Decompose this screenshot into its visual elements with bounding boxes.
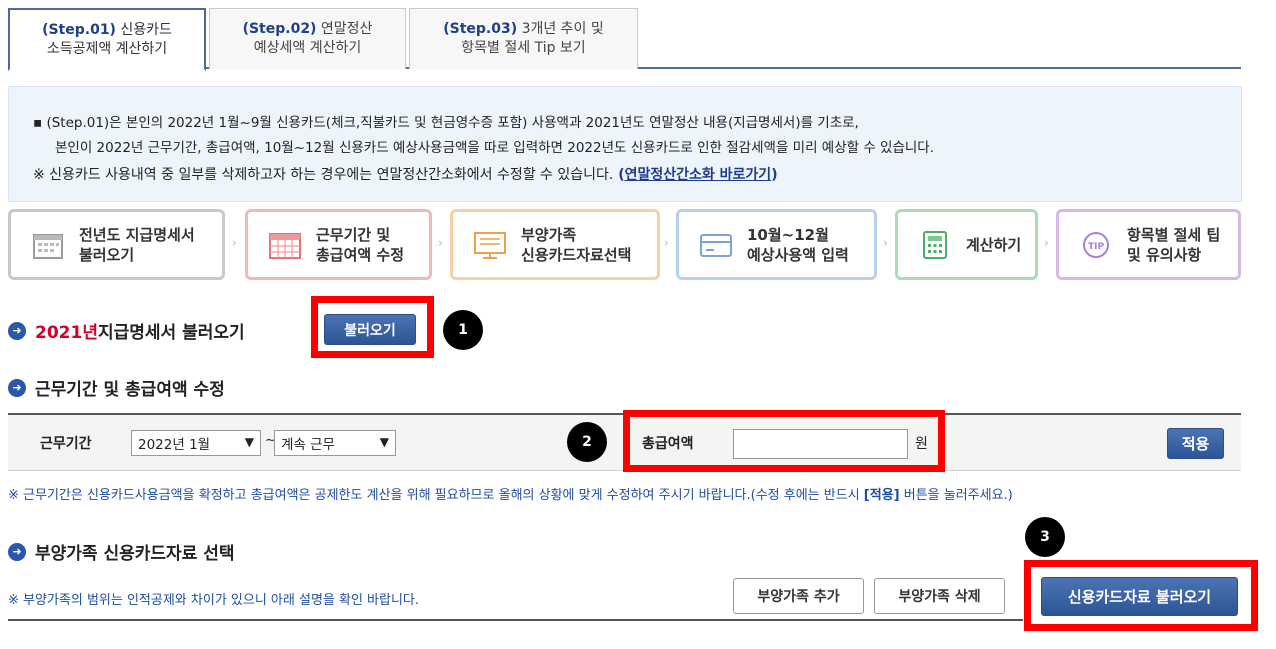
delete-dependent-button[interactable]: 부양가족 삭제: [874, 578, 1005, 614]
tab-step1[interactable]: (Step.01) 신용카드 소득공제액 계산하기: [8, 8, 206, 71]
highlight-box-3: [1024, 560, 1258, 631]
marker-1: 1: [443, 310, 483, 350]
calendar-icon: [31, 230, 65, 260]
monitor-icon: [473, 230, 507, 260]
end-period-value: 계속 근무: [281, 437, 335, 453]
link-paren-open: (: [613, 167, 625, 183]
section2-title: 근무기간 및 총급여액 수정: [35, 380, 225, 400]
tab-step2[interactable]: (Step.02) 연말정산 예상세액 계산하기: [209, 8, 406, 69]
work-period-label: 근무기간: [40, 436, 92, 452]
info-line3-wrap: ※ 신용카드 사용내역 중 일부를 삭제하고자 하는 경우에는 연말정산간소화에…: [33, 163, 1241, 188]
info-line1: ▪ (Step.01)은 본인의 2022년 1월~9월 신용카드(체크,직불카…: [33, 115, 859, 131]
process-step-2: 근무기간 및 총급여액 수정: [245, 209, 432, 280]
step6-line2: 및 유의사항: [1127, 245, 1202, 264]
chevron-right-icon: ›: [1044, 236, 1049, 250]
arrow-circle-icon: ➜: [8, 321, 26, 340]
step5-line1: 계산하기: [966, 235, 1022, 254]
tab-step2-title1: 연말정산: [320, 21, 373, 37]
note1-pre: ※ 근무기간은 신용카드사용금액을 확정하고 총급여액은 공제한도 계산을 위해…: [8, 488, 864, 503]
apply-button[interactable]: 적용: [1167, 428, 1224, 459]
section-work-period: ➜ 근무기간 및 총급여액 수정: [8, 375, 225, 400]
marker-2: 2: [567, 422, 607, 462]
chevron-down-icon: ▼: [379, 435, 389, 449]
section-load-statement: ➜ 2021년 지급명세서 불러오기: [8, 318, 245, 343]
simplified-link[interactable]: 연말정산간소화 바로가기: [625, 167, 772, 183]
arrow-circle-icon: ➜: [8, 542, 26, 561]
note1-bold: [적용]: [863, 488, 900, 503]
tab-step2-number: (Step.02): [242, 21, 317, 37]
step4-line1: 10월~12월: [747, 225, 829, 244]
card-icon: [699, 230, 733, 260]
arrow-circle-icon: ➜: [8, 378, 26, 397]
start-month-select[interactable]: 2022년 1월 ▼: [131, 430, 261, 456]
divider: [8, 619, 1023, 621]
start-month-value: 2022년 1월: [138, 437, 211, 453]
note1-post: 버튼을 눌러주세요.): [899, 488, 1013, 503]
chevron-right-icon: ›: [664, 236, 669, 250]
tab-step1-title2: 소득공제액 계산하기: [46, 41, 168, 57]
highlight-box-1: [311, 296, 434, 358]
tab-step3-title1: 3개년 추이 및: [521, 21, 604, 37]
tab-step1-number: (Step.01): [42, 22, 116, 38]
tab-step3-title2: 항목별 절세 Tip 보기: [461, 40, 586, 56]
highlight-box-2: [623, 410, 945, 472]
step6-line1: 항목별 절세 팁: [1127, 225, 1221, 244]
end-period-select[interactable]: 계속 근무 ▼: [274, 430, 396, 456]
process-step-5: 계산하기: [895, 209, 1038, 280]
section-dependents: ➜ 부양가족 신용카드자료 선택: [8, 539, 235, 564]
process-step-4: 10월~12월 예상사용액 입력: [676, 209, 877, 280]
section3-title: 부양가족 신용카드자료 선택: [35, 544, 235, 564]
step3-line1: 부양가족: [521, 225, 577, 244]
chevron-down-icon: ▼: [244, 435, 254, 449]
section1-year: 2021년: [35, 323, 98, 343]
calendar-grid-icon: [268, 230, 302, 260]
step1-line1: 전년도 지급명세서: [79, 225, 195, 244]
step1-line2: 불러오기: [79, 245, 135, 264]
chevron-right-icon: ›: [232, 236, 237, 250]
info-line2: 본인이 2022년 근무기간, 총급여액, 10월~12월 신용카드 예상사용금…: [55, 140, 935, 156]
info-box: ▪ (Step.01)은 본인의 2022년 1월~9월 신용카드(체크,직불카…: [8, 86, 1242, 202]
process-step-1: 전년도 지급명세서 불러오기: [8, 209, 225, 280]
step2-line2: 총급여액 수정: [316, 245, 405, 264]
tab-step3[interactable]: (Step.03) 3개년 추이 및 항목별 절세 Tip 보기: [409, 8, 638, 69]
work-period-note: ※ 근무기간은 신용카드사용금액을 확정하고 총급여액은 공제한도 계산을 위해…: [8, 484, 1013, 503]
step2-line1: 근무기간 및: [316, 225, 391, 244]
tab-step2-title2: 예상세액 계산하기: [253, 40, 362, 56]
link-paren-close: ): [771, 167, 778, 183]
chevron-right-icon: ›: [438, 236, 443, 250]
calculator-icon: [918, 230, 952, 260]
step3-line2: 신용카드자료선택: [521, 245, 632, 264]
chevron-right-icon: ›: [883, 236, 888, 250]
svg-text:TIP: TIP: [1088, 242, 1104, 252]
step-tabs: (Step.01) 신용카드 소득공제액 계산하기 (Step.02) 연말정산…: [8, 6, 1241, 71]
tab-step1-title1: 신용카드: [120, 22, 172, 38]
tab-step3-number: (Step.03): [443, 21, 518, 37]
step4-line2: 예상사용액 입력: [747, 245, 849, 264]
process-step-6: TIP 항목별 절세 팁및 유의사항: [1056, 209, 1241, 280]
marker-3: 3: [1025, 517, 1065, 557]
add-dependent-button[interactable]: 부양가족 추가: [733, 578, 864, 614]
tip-icon: TIP: [1079, 230, 1113, 260]
dependents-note: ※ 부양가족의 범위는 인적공제와 차이가 있으니 아래 설명을 확인 바랍니다…: [8, 593, 420, 608]
process-step-3: 부양가족 신용카드자료선택: [450, 209, 660, 280]
section1-title: 지급명세서 불러오기: [97, 323, 245, 343]
info-line3: ※ 신용카드 사용내역 중 일부를 삭제하고자 하는 경우에는 연말정산간소화에…: [33, 167, 614, 183]
